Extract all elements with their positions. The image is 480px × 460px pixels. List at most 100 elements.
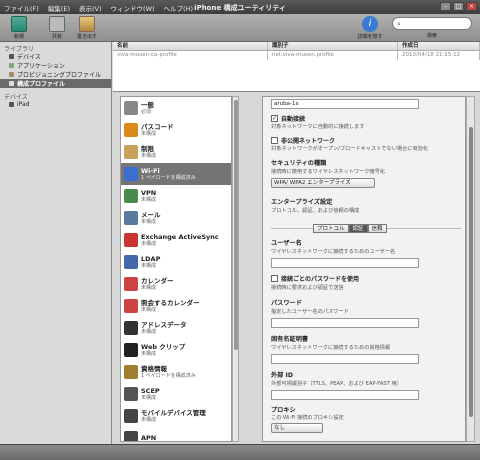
sidebar-item-provisioning[interactable]: プロビジョニングプロファイル [0,70,111,79]
category-item[interactable]: 照会するカレンダー 未構成 [121,295,231,317]
column-header-created[interactable]: 作成日 [398,42,480,50]
category-name: 制限 [141,145,154,153]
proxy-label: プロキシ [271,407,296,414]
category-item[interactable]: 資格情報 1 ペイロードを構成済み [121,361,231,383]
ssid-field[interactable]: aruba-1x [271,99,419,109]
category-item[interactable]: 制限 未構成 [121,141,231,163]
category-item[interactable]: SCEP 未構成 [121,383,231,405]
category-status: 未構成 [141,219,157,225]
category-name: 一般 [141,101,154,109]
vpn-icon [124,189,138,203]
password-field[interactable] [271,318,419,328]
detail-scrollbar[interactable] [466,96,475,442]
tab-trust[interactable]: 信頼 [367,224,387,233]
category-name: APN [141,434,157,442]
identity-certificate-select[interactable] [271,354,419,364]
category-item[interactable]: LDAP 未構成 [121,251,231,273]
category-item[interactable]: パスコード 未構成 [121,119,231,141]
scroll-thumb[interactable] [469,127,473,417]
category-item[interactable]: APN [121,427,231,442]
subscribed-calendar-icon [124,299,138,313]
tab-authentication[interactable]: 認証 [348,224,368,233]
outer-identity-desc: 外部可視識別子（TTLS、PEAP、および EAP-FAST 用） [271,381,402,387]
hidden-network-checkbox[interactable]: 非公開ネットワーク [271,136,335,145]
column-header-name[interactable]: 名前 [113,42,268,50]
lock-icon [124,145,138,159]
category-status: 未構成 [141,263,157,269]
category-item[interactable]: Wi-Fi 1 ペイロードを構成済み [121,163,231,185]
per-connection-password-checkbox[interactable]: 接続ごとのパスワードを使用 [271,274,359,283]
password-desc: 指定したユーザー名のパスワード [271,309,349,315]
enterprise-tabs: プロトコル 認証 信頼 [313,224,387,233]
table-cell: viva-musen-ca-profile [113,51,268,60]
library-header: ライブラリ [4,46,35,53]
apn-icon [124,431,138,441]
category-status: 未構成 [141,329,157,335]
sidebar-item-devices[interactable]: デバイス [0,52,111,61]
maximize-button[interactable]: □ [453,2,464,11]
share-button[interactable]: 共有 [42,16,72,40]
security-type-label: セキュリティの種類 [271,160,327,167]
category-status: 必須 [141,109,152,115]
category-item[interactable]: カレンダー 未構成 [121,273,231,295]
window-title: iPhone 構成ユーティリティ [194,4,286,12]
export-button[interactable]: 書き出す [72,16,102,40]
category-name: モバイルデバイス管理 [141,409,206,417]
auto-join-checkbox[interactable]: ✓ 自動接続 [271,114,305,123]
category-item[interactable]: Web クリップ 未構成 [121,339,231,361]
provisioning-icon [9,72,14,77]
auto-join-desc: 対象ネットワークに自動的に接続します [271,124,365,130]
category-status: 未構成 [141,395,157,401]
category-item[interactable]: 一般 必須 [121,97,231,119]
ldap-icon [124,255,138,269]
table-cell: 2013/04/18 21:15:12 [398,51,480,60]
checkbox-unchecked [271,137,278,144]
profile-table: 名前 識別子 作成日 viva-musen-ca-profile net.viv… [113,42,480,92]
category-status: 未構成 [141,351,157,357]
category-status: 未構成 [141,307,157,313]
wifi-detail-panel: aruba-1x ✓ 自動接続 対象ネットワークに自動的に接続します 非公開ネット… [262,96,466,442]
per-connection-password-desc: 接続時に要求および認証で送信 [271,285,344,291]
new-button[interactable]: 新規 [4,16,34,40]
tab-protocol[interactable]: プロトコル [313,224,349,233]
category-name: LDAP [141,255,161,263]
sidebar-item-config-profiles[interactable]: 構成プロファイル [0,79,111,88]
sidebar-item-applications[interactable]: アプリケーション [0,61,111,70]
scroll-thumb[interactable] [234,100,238,350]
outer-identity-field[interactable] [271,390,419,400]
ipad-icon [9,102,14,107]
search-input[interactable]: ⌕ [392,17,472,30]
hide-details-button[interactable]: i 詳細を隠す [352,16,388,40]
username-desc: ワイヤレスネットワークに接続するためのユーザー名 [271,249,396,255]
category-item[interactable]: VPN 未構成 [121,185,231,207]
username-label: ユーザー名 [271,240,302,247]
gear-icon [9,81,14,86]
table-row[interactable]: viva-musen-ca-profile net.viva-musen.pro… [113,51,480,60]
security-type-desc: 接続時に使用するワイヤレスネットワーク暗号化 [271,169,385,175]
sidebar-item-ipad[interactable]: iPad [0,100,111,109]
category-item[interactable]: モバイルデバイス管理 未構成 [121,405,231,427]
minimize-button[interactable]: – [440,2,451,11]
identity-certificate-label: 固有名証明書 [271,336,309,343]
category-item[interactable]: アドレスデータ 未構成 [121,317,231,339]
category-name: カレンダー [141,277,174,285]
security-type-select[interactable]: WPA/ WPA2 エンタープライズ [271,178,375,188]
app-window: ファイル(F) 編集(E) 表示(V) ウィンドウ(W) ヘルプ(H) iPho… [0,0,480,460]
category-item[interactable]: Exchange ActiveSync 未構成 [121,229,231,251]
category-status: 未構成 [141,285,157,291]
category-scrollbar[interactable] [232,96,239,442]
search-label: 検索 [426,33,437,39]
table-cell: net.viva-musen.profile [268,51,398,60]
proxy-select[interactable]: なし [271,423,323,433]
mdm-icon [124,409,138,423]
scep-icon [124,387,138,401]
category-item[interactable]: メール 未構成 [121,207,231,229]
search-icon: ⌕ [397,20,401,28]
column-header-identifier[interactable]: 識別子 [268,42,398,50]
category-name: Exchange ActiveSync [141,233,219,241]
settings-icon [124,101,138,115]
close-button[interactable]: × [466,2,477,11]
username-field[interactable] [271,258,419,268]
category-status: 1 ペイロードを構成済み [141,373,196,379]
key-icon [124,123,138,137]
